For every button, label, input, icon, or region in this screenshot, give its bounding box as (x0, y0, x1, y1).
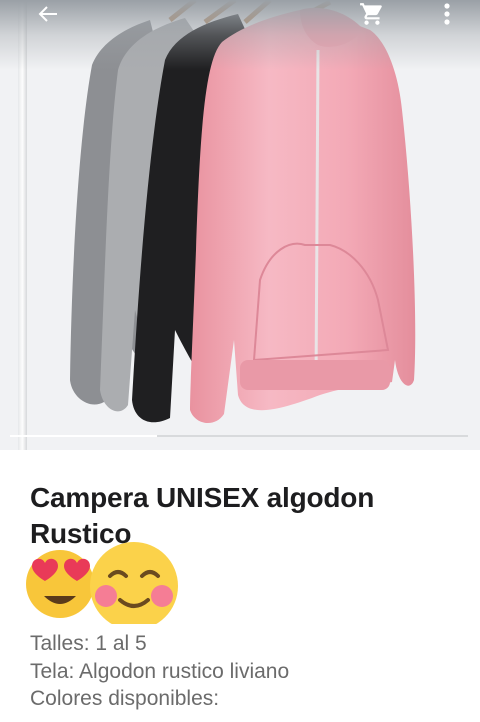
gallery-progress-indicator (10, 435, 157, 437)
sizes-text: Talles: 1 al 5 (30, 632, 147, 655)
zipper (314, 49, 320, 386)
more-vert-icon[interactable] (425, 0, 469, 28)
emoji-stickers (22, 540, 192, 630)
waistband (240, 360, 390, 390)
smiling-blush-emoji (90, 542, 178, 630)
heart-eyes-emoji (26, 550, 94, 618)
shopping-cart-icon[interactable] (350, 0, 394, 28)
colors-label: Colores disponibles: (30, 687, 220, 710)
fabric-text: Tela: Algodon rustico liviano (30, 660, 290, 683)
product-image[interactable] (0, 0, 480, 450)
back-arrow-icon[interactable] (26, 0, 70, 28)
image-top-shade (0, 0, 480, 70)
